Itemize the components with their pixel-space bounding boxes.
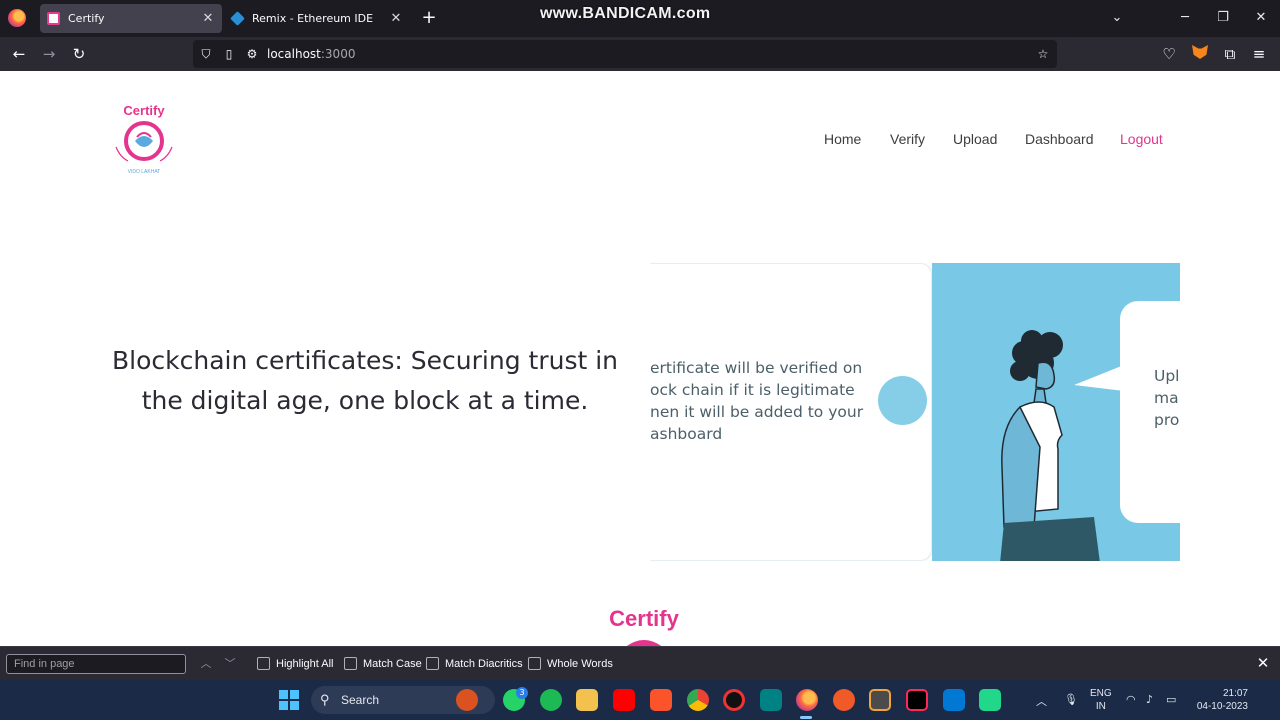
logo-text: Certify: [123, 103, 165, 118]
woman-illustration: [1000, 330, 1100, 561]
search-highlight-icon[interactable]: [456, 689, 478, 711]
tab-label: Certify: [68, 12, 105, 25]
chrome-icon[interactable]: [687, 689, 709, 711]
back-icon[interactable]: ←: [8, 43, 30, 65]
slide-text: ertificate will be verified on ock chain…: [650, 359, 864, 443]
close-tab-icon[interactable]: ✕: [386, 11, 406, 26]
recorder-icon[interactable]: [723, 689, 745, 711]
arduino-icon[interactable]: [760, 689, 782, 711]
url-port: :3000: [320, 47, 356, 61]
pocket-icon[interactable]: ♡: [1158, 43, 1180, 65]
nav-home[interactable]: Home: [824, 131, 861, 147]
reload-icon[interactable]: ↻: [68, 43, 90, 65]
shield-icon[interactable]: ⛉: [198, 46, 214, 62]
highlight-all-checkbox[interactable]: Highlight All: [257, 657, 333, 670]
postman-icon[interactable]: [833, 689, 855, 711]
screen: Certify ✕ Remix - Ethereum IDE ✕ + www.B…: [0, 0, 1280, 720]
restore-icon[interactable]: ❐: [1213, 8, 1233, 28]
battery-icon[interactable]: ▭: [1166, 693, 1176, 706]
option-label: Match Diacritics: [445, 657, 523, 670]
web-page: Certify VIDO LAKHAT Home Verify Upload D…: [0, 71, 1280, 646]
language-indicator[interactable]: ENG IN: [1090, 687, 1112, 713]
taskbar: ⚲ Search ︿ 🎙 ENG IN ◠ ♪ ▭ 21:07 04-10-20…: [0, 680, 1280, 720]
vscode-icon[interactable]: [943, 689, 965, 711]
nav-upload[interactable]: Upload: [953, 131, 997, 147]
checkbox-icon: [426, 657, 439, 670]
tab-label: Remix - Ethereum IDE: [252, 12, 374, 25]
windows-start-icon[interactable]: [279, 690, 299, 710]
spotify-icon[interactable]: [540, 689, 562, 711]
list-all-tabs-icon[interactable]: ⌄: [1107, 8, 1127, 28]
slide-dot: [878, 376, 927, 425]
url-host: localhost: [267, 47, 321, 61]
nav-toolbar: ← → ↻ ⛉ ▯ ⚙ localhost:3000 ☆ ♡ ⧉ ≡: [0, 37, 1280, 71]
speech-bubble-tail: [1074, 365, 1124, 391]
checkbox-icon: [344, 657, 357, 670]
region-code: IN: [1095, 701, 1106, 712]
find-next-icon[interactable]: ﹀: [222, 656, 238, 672]
option-label: Highlight All: [276, 657, 334, 670]
brave-icon[interactable]: [650, 689, 672, 711]
new-tab-icon[interactable]: +: [418, 7, 440, 29]
option-label: Match Case: [363, 657, 422, 670]
match-case-checkbox[interactable]: Match Case: [344, 657, 422, 670]
wifi-icon[interactable]: ◠: [1126, 693, 1136, 706]
remix-favicon-icon: [230, 11, 245, 26]
microphone-icon[interactable]: 🎙: [1064, 693, 1078, 706]
language-code: ENG: [1090, 688, 1112, 699]
nav-dashboard[interactable]: Dashboard: [1025, 131, 1094, 147]
option-label: Whole Words: [547, 657, 613, 670]
search-icon: ⚲: [320, 692, 330, 707]
url-bar[interactable]: ⛉ ▯ ⚙ localhost:3000 ☆: [193, 40, 1057, 68]
footer-logo-text: Certify: [609, 606, 679, 631]
page-icon[interactable]: ▯: [221, 46, 237, 62]
clock[interactable]: 21:07 04-10-2023: [1188, 687, 1248, 713]
find-bar: Find in page ︿ ﹀ Highlight All Match Cas…: [0, 646, 1280, 680]
permissions-icon[interactable]: ⚙: [244, 46, 260, 62]
whatsapp-badge: 3: [516, 687, 528, 699]
close-window-icon[interactable]: ✕: [1251, 8, 1271, 28]
firefox-taskbar-icon[interactable]: [796, 689, 818, 711]
minimize-icon[interactable]: ─: [1175, 8, 1195, 28]
find-previous-icon[interactable]: ︿: [198, 656, 214, 672]
match-diacritics-checkbox[interactable]: Match Diacritics: [426, 657, 523, 670]
intellij-icon[interactable]: [906, 689, 928, 711]
sublime-icon[interactable]: [869, 689, 891, 711]
search-label: Search: [341, 693, 380, 707]
footer-certify-logo: Certify: [609, 606, 680, 646]
tab-strip: Certify ✕ Remix - Ethereum IDE ✕ + www.B…: [0, 0, 1280, 37]
close-find-bar-icon[interactable]: ✕: [1254, 655, 1272, 673]
hero-heading: Blockchain certificates: Securing trust …: [111, 346, 619, 415]
nav-logout[interactable]: Logout: [1120, 131, 1163, 147]
hero-section: Blockchain certificates: Securing trust …: [100, 341, 630, 421]
active-app-indicator: [800, 716, 812, 719]
feature-slider[interactable]: ertificate will be verified on ock chain…: [650, 263, 1180, 561]
logo-subtext: VIDO LAKHAT: [128, 169, 161, 175]
bookmark-star-icon[interactable]: ☆: [1035, 46, 1051, 62]
site-nav: Home Verify Upload Dashboard Logout: [0, 131, 1280, 151]
pycharm-icon[interactable]: [979, 689, 1001, 711]
nav-verify[interactable]: Verify: [890, 131, 925, 147]
close-tab-icon[interactable]: ✕: [198, 11, 218, 26]
show-hidden-icons-icon[interactable]: ︿: [1036, 693, 1047, 709]
menu-icon[interactable]: ≡: [1248, 43, 1270, 65]
url-text: localhost:3000: [267, 47, 355, 61]
forward-icon[interactable]: →: [38, 43, 60, 65]
tab-certify[interactable]: Certify ✕: [40, 4, 222, 33]
certify-favicon-icon: [47, 12, 60, 25]
clock-time: 21:07: [1222, 688, 1248, 699]
tab-remix[interactable]: Remix - Ethereum IDE ✕: [224, 4, 410, 33]
checkbox-icon: [257, 657, 270, 670]
volume-icon[interactable]: ♪: [1146, 693, 1153, 706]
checkbox-icon: [528, 657, 541, 670]
bubble-text: Upl mal pro: [1154, 367, 1180, 429]
file-explorer-icon[interactable]: [576, 689, 598, 711]
find-input[interactable]: Find in page: [6, 654, 186, 674]
youtube-icon[interactable]: [613, 689, 635, 711]
whole-words-checkbox[interactable]: Whole Words: [528, 657, 613, 670]
firefox-icon[interactable]: [8, 9, 26, 27]
recording-watermark: www.BANDICAM.com: [540, 5, 711, 22]
clock-date: 04-10-2023: [1196, 701, 1248, 712]
extensions-icon[interactable]: ⧉: [1219, 43, 1241, 65]
